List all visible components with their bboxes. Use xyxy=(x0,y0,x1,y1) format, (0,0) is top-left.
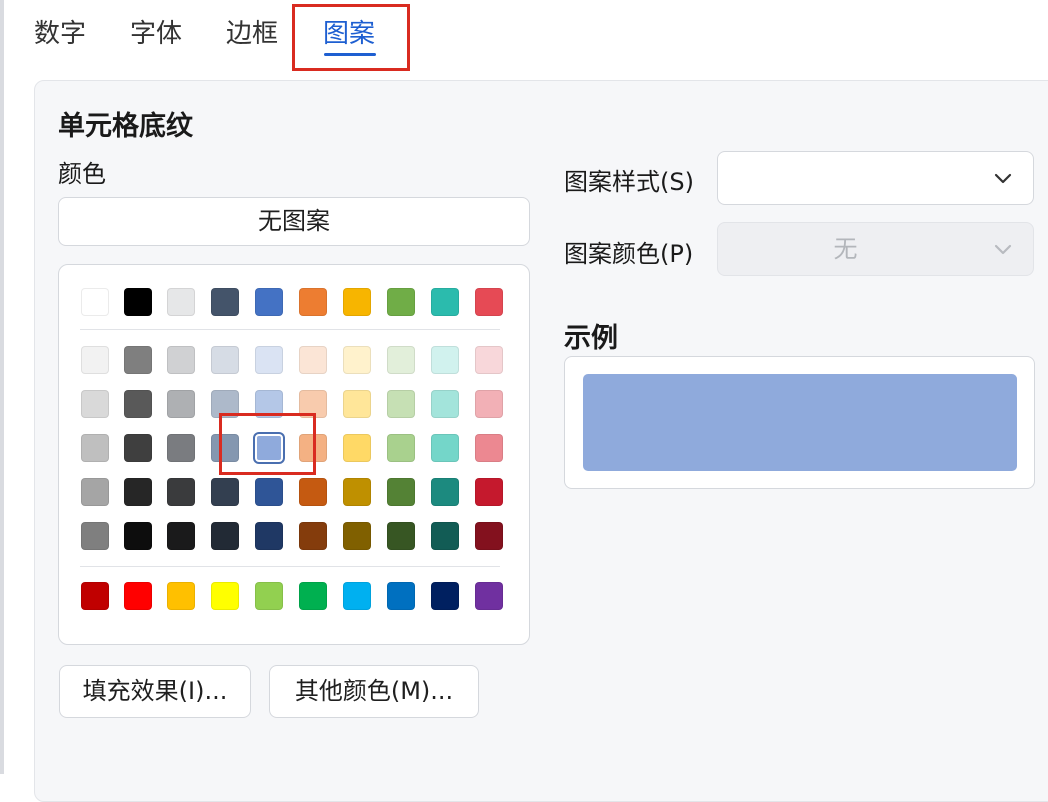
more-colors-button[interactable]: 其他颜色(M)... xyxy=(269,665,479,718)
color-swatch[interactable] xyxy=(167,390,195,418)
color-swatch[interactable] xyxy=(81,522,109,550)
color-swatch[interactable] xyxy=(431,522,459,550)
color-swatch[interactable] xyxy=(211,346,239,374)
color-swatch[interactable] xyxy=(81,346,109,374)
color-swatch[interactable] xyxy=(124,434,152,462)
color-swatch[interactable] xyxy=(255,346,283,374)
color-swatch[interactable] xyxy=(475,434,503,462)
tab-number[interactable]: 数字 xyxy=(34,14,86,54)
color-swatch[interactable] xyxy=(124,582,152,610)
color-swatch[interactable] xyxy=(343,522,371,550)
color-swatch[interactable] xyxy=(387,478,415,506)
palette-divider xyxy=(80,329,500,330)
dialog-left-edge xyxy=(0,0,4,774)
color-swatch[interactable] xyxy=(343,582,371,610)
color-swatch[interactable] xyxy=(387,434,415,462)
chevron-down-icon xyxy=(994,244,1012,255)
color-swatch[interactable] xyxy=(124,478,152,506)
color-swatch[interactable] xyxy=(211,582,239,610)
color-swatch[interactable] xyxy=(255,522,283,550)
color-swatch[interactable] xyxy=(167,346,195,374)
color-swatch[interactable] xyxy=(387,582,415,610)
color-swatch[interactable] xyxy=(475,582,503,610)
pattern-style-value xyxy=(718,152,973,204)
palette-divider xyxy=(80,566,500,567)
no-pattern-button[interactable]: 无图案 xyxy=(58,197,530,246)
color-swatch[interactable] xyxy=(81,288,109,316)
pattern-style-select[interactable] xyxy=(717,151,1034,205)
color-swatch[interactable] xyxy=(431,478,459,506)
pattern-color-label: 图案颜色(P) xyxy=(564,240,694,268)
color-swatch[interactable] xyxy=(299,522,327,550)
color-swatch[interactable] xyxy=(387,390,415,418)
pattern-color-select: 无 xyxy=(717,222,1034,276)
tab-border[interactable]: 边框 xyxy=(226,14,278,54)
color-swatch[interactable] xyxy=(299,478,327,506)
color-swatch[interactable] xyxy=(343,390,371,418)
color-swatch[interactable] xyxy=(211,522,239,550)
color-swatch[interactable] xyxy=(81,478,109,506)
pattern-color-value: 无 xyxy=(833,235,858,263)
color-swatch[interactable] xyxy=(211,478,239,506)
color-swatch[interactable] xyxy=(167,288,195,316)
color-swatch[interactable] xyxy=(387,522,415,550)
color-swatch[interactable] xyxy=(124,522,152,550)
sample-label: 示例 xyxy=(564,323,618,354)
color-swatch[interactable] xyxy=(124,390,152,418)
color-swatch[interactable] xyxy=(124,288,152,316)
color-swatch[interactable] xyxy=(431,582,459,610)
tab-highlight-annotation xyxy=(292,4,410,71)
color-swatch[interactable] xyxy=(255,582,283,610)
color-swatch[interactable] xyxy=(211,288,239,316)
tab-bar: 数字 字体 边框 图案 xyxy=(0,0,1048,78)
color-swatch[interactable] xyxy=(431,390,459,418)
fill-effects-button[interactable]: 填充效果(I)... xyxy=(59,665,251,718)
color-swatch[interactable] xyxy=(167,434,195,462)
color-swatch[interactable] xyxy=(343,434,371,462)
swatch-highlight-annotation xyxy=(219,413,316,475)
color-swatch[interactable] xyxy=(475,390,503,418)
color-swatch[interactable] xyxy=(343,288,371,316)
color-swatch[interactable] xyxy=(387,346,415,374)
color-swatch[interactable] xyxy=(167,582,195,610)
color-swatch[interactable] xyxy=(343,478,371,506)
color-swatch[interactable] xyxy=(255,288,283,316)
color-swatch[interactable] xyxy=(299,582,327,610)
color-swatch[interactable] xyxy=(81,434,109,462)
color-swatch[interactable] xyxy=(299,288,327,316)
color-swatch[interactable] xyxy=(475,346,503,374)
color-swatch[interactable] xyxy=(299,346,327,374)
tab-font[interactable]: 字体 xyxy=(130,14,182,54)
cell-shading-title: 单元格底纹 xyxy=(58,111,193,142)
color-swatch[interactable] xyxy=(255,478,283,506)
color-swatch[interactable] xyxy=(81,390,109,418)
chevron-down-icon xyxy=(994,173,1012,184)
color-swatch[interactable] xyxy=(81,582,109,610)
color-swatch[interactable] xyxy=(475,522,503,550)
color-swatch[interactable] xyxy=(387,288,415,316)
color-swatch[interactable] xyxy=(167,478,195,506)
color-swatch[interactable] xyxy=(475,288,503,316)
color-swatch[interactable] xyxy=(124,346,152,374)
color-swatch[interactable] xyxy=(475,478,503,506)
color-swatch[interactable] xyxy=(431,346,459,374)
sample-preview-fill xyxy=(583,374,1017,471)
color-swatch[interactable] xyxy=(343,346,371,374)
color-swatch[interactable] xyxy=(431,434,459,462)
color-swatch[interactable] xyxy=(431,288,459,316)
color-label: 颜色 xyxy=(58,160,106,188)
pattern-style-label: 图案样式(S) xyxy=(564,168,694,196)
color-swatch[interactable] xyxy=(167,522,195,550)
